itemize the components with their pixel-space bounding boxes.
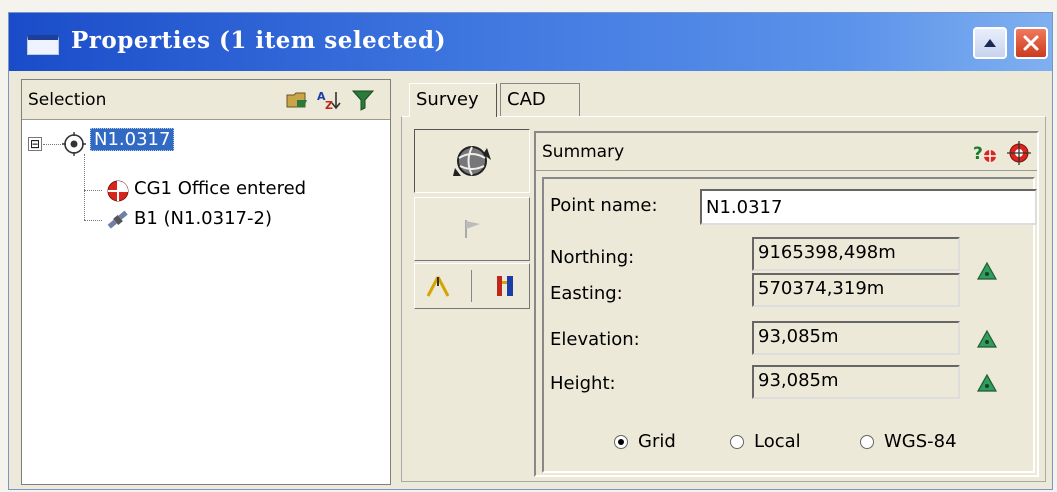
summary-title: Summary xyxy=(542,142,625,162)
flag-button[interactable] xyxy=(414,197,530,261)
summary-header: Summary ? xyxy=(536,133,1037,171)
sort-az-icon[interactable]: A Z xyxy=(316,88,342,112)
point-target-icon xyxy=(62,132,86,156)
survey-view-button[interactable] xyxy=(414,129,530,193)
selection-title: Selection xyxy=(28,90,107,110)
northing-value: 9165398,498m xyxy=(752,237,960,271)
target-point-icon[interactable] xyxy=(1006,140,1032,166)
gnss-satellite-icon xyxy=(107,210,128,229)
svg-text:?: ? xyxy=(973,144,983,164)
tree-node-child[interactable]: CG1 Office entered xyxy=(134,178,306,199)
flag-icon xyxy=(465,220,480,238)
caret-up-icon xyxy=(984,39,996,47)
tab-cad[interactable]: CAD xyxy=(500,83,580,117)
properties-window: Properties (1 item selected) Selection A… xyxy=(8,12,1053,490)
title-bar[interactable]: Properties (1 item selected) xyxy=(9,13,1052,71)
local-radio-label: Local xyxy=(754,431,801,452)
tree-collapse-toggle[interactable]: ⊟ xyxy=(28,137,42,151)
folder-icon[interactable] xyxy=(284,88,310,112)
close-button[interactable] xyxy=(1014,27,1048,59)
easting-label: Easting: xyxy=(550,283,623,304)
close-icon xyxy=(1023,35,1039,51)
wgs84-radio-label: WGS-84 xyxy=(884,431,957,452)
height-value: 93,085m xyxy=(752,365,960,399)
svg-text:Z: Z xyxy=(325,99,333,111)
tree-node-child[interactable]: B1 (N1.0317-2) xyxy=(134,208,272,229)
northing-label: Northing: xyxy=(550,247,635,268)
wgs84-radio-option[interactable]: WGS-84 xyxy=(860,431,957,452)
window-icon xyxy=(27,35,59,55)
filter-icon[interactable] xyxy=(350,88,376,112)
elevation-quality-icon[interactable] xyxy=(976,329,998,349)
tree-node-root[interactable]: N1.0317 xyxy=(90,128,175,151)
tree-connector xyxy=(84,220,102,221)
wgs84-radio[interactable] xyxy=(860,434,874,449)
tree-connector xyxy=(43,144,61,145)
help-point-icon[interactable]: ? xyxy=(972,141,998,165)
elevation-value: 93,085m xyxy=(752,321,960,355)
selection-pane: Selection A Z ⊟ N1.0317 CG1 Office enter… xyxy=(21,79,391,485)
local-radio[interactable] xyxy=(730,434,744,449)
tripod-icon[interactable] xyxy=(425,274,451,298)
summary-panel: Summary ? Point name: Northing: 9165398,… xyxy=(534,131,1039,477)
tree-connector xyxy=(84,154,85,220)
grid-radio-option[interactable]: Grid xyxy=(614,431,676,452)
elevation-label: Elevation: xyxy=(550,329,640,350)
grid-radio[interactable] xyxy=(614,434,628,449)
survey-panel: Summary ? Point name: Northing: 9165398,… xyxy=(401,116,1046,482)
instrument-toolbar xyxy=(414,263,530,309)
tree-connector xyxy=(84,190,102,191)
position-quality-icon[interactable] xyxy=(976,261,998,281)
office-point-icon xyxy=(107,180,129,202)
height-quality-icon[interactable] xyxy=(976,373,998,393)
toolbar-divider xyxy=(471,270,473,302)
point-name-input[interactable] xyxy=(700,189,1037,225)
collapse-button[interactable] xyxy=(973,27,1007,59)
tab-survey[interactable]: Survey xyxy=(409,83,497,117)
point-fields: Point name: Northing: 9165398,498m Easti… xyxy=(542,177,1037,473)
local-radio-option[interactable]: Local xyxy=(730,431,801,452)
grid-radio-label: Grid xyxy=(638,431,676,452)
window-title: Properties (1 item selected) xyxy=(71,27,446,54)
point-name-label: Point name: xyxy=(550,195,658,216)
height-label: Height: xyxy=(550,373,616,394)
globe-icon xyxy=(453,146,491,176)
selection-header: Selection A Z xyxy=(22,80,390,120)
easting-value: 570374,319m xyxy=(752,273,960,307)
total-station-icon[interactable] xyxy=(493,273,519,299)
